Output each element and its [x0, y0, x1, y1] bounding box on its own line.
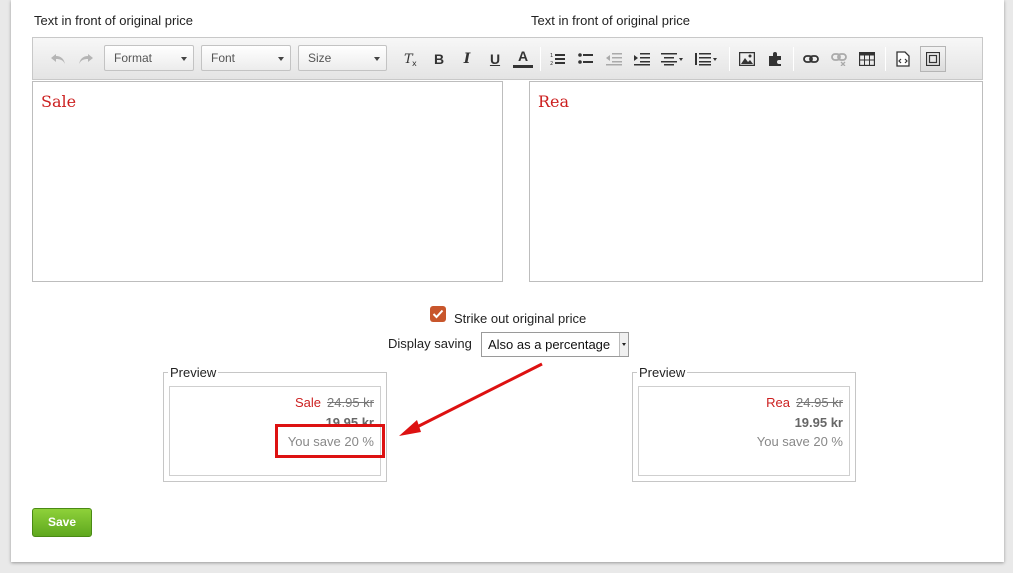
size-dropdown-label: Size [308, 51, 332, 65]
numbered-list-icon[interactable]: 12 [547, 46, 569, 72]
right-editor-label: Text in front of original price [531, 13, 690, 28]
checkmark-icon [432, 309, 444, 319]
annotation-arrow-icon [399, 362, 543, 436]
line-height-icon[interactable] [693, 46, 721, 72]
display-saving-label: Display saving [388, 336, 472, 351]
editor-toolbar: Format Font Size Tx B I U A 12 [32, 37, 983, 80]
chevron-down-icon [278, 57, 284, 61]
plugin-icon[interactable] [764, 46, 786, 72]
font-color-button[interactable]: A [513, 46, 533, 68]
font-dropdown-label: Font [211, 51, 236, 65]
source-icon[interactable] [892, 46, 914, 72]
display-saving-select[interactable]: Also as a percentage [481, 332, 629, 357]
format-dropdown[interactable]: Format [104, 45, 194, 71]
chevron-down-icon [619, 333, 628, 356]
format-dropdown-label: Format [114, 51, 153, 65]
italic-button[interactable]: I [457, 46, 477, 72]
saving-text: You save 20 % [756, 434, 843, 449]
chevron-down-icon [374, 57, 380, 61]
undo-icon[interactable] [47, 46, 69, 72]
underline-button[interactable]: U [485, 46, 505, 72]
left-text-editor[interactable]: Sale [32, 81, 503, 282]
table-icon[interactable] [856, 46, 878, 72]
preview-price-box: Rea 24.95 kr 19.95 kr You save 20 % [638, 386, 850, 476]
left-editor-label: Text in front of original price [34, 13, 193, 28]
link-icon[interactable] [800, 46, 822, 72]
preview-legend: Preview [637, 365, 688, 380]
toolbar-divider [729, 47, 730, 71]
display-saving-value: Also as a percentage [488, 337, 611, 352]
price-line: Rea 24.95 kr [766, 395, 843, 410]
strike-out-label: Strike out original price [454, 311, 587, 326]
toolbar-divider [885, 47, 886, 71]
toolbar-divider [540, 47, 541, 71]
bold-button[interactable]: B [429, 46, 449, 72]
align-icon[interactable] [659, 46, 687, 72]
original-price: 24.95 kr [796, 395, 843, 410]
new-price: 19.95 kr [794, 415, 843, 430]
unlink-icon[interactable] [828, 46, 850, 72]
price-prefix: Rea [766, 395, 791, 410]
outdent-icon[interactable] [603, 46, 625, 72]
bullet-list-icon[interactable] [575, 46, 597, 72]
size-dropdown[interactable]: Size [298, 45, 387, 71]
strike-out-checkbox[interactable] [430, 306, 446, 322]
svg-text:x: x [412, 59, 417, 67]
svg-text:2: 2 [550, 61, 553, 66]
fullscreen-icon[interactable] [920, 46, 946, 72]
price-prefix: Sale [294, 395, 322, 410]
svg-text:1: 1 [550, 53, 553, 59]
remove-format-icon[interactable]: Tx [401, 46, 421, 72]
save-button[interactable]: Save [32, 508, 92, 537]
annotation-highlight-box [275, 424, 385, 458]
price-line: Sale 24.95 kr [295, 395, 374, 410]
right-text-editor[interactable]: Rea [529, 81, 983, 282]
indent-icon[interactable] [631, 46, 653, 72]
image-icon[interactable] [736, 46, 758, 72]
chevron-down-icon [181, 57, 187, 61]
toolbar-divider [793, 47, 794, 71]
right-editor-content: Rea [538, 92, 570, 111]
preview-legend: Preview [168, 365, 219, 380]
left-editor-content: Sale [41, 92, 77, 111]
redo-icon[interactable] [75, 46, 97, 72]
original-price: 24.95 kr [327, 395, 374, 410]
font-dropdown[interactable]: Font [201, 45, 291, 71]
preview-right: Preview Rea 24.95 kr 19.95 kr You save 20… [632, 365, 856, 482]
